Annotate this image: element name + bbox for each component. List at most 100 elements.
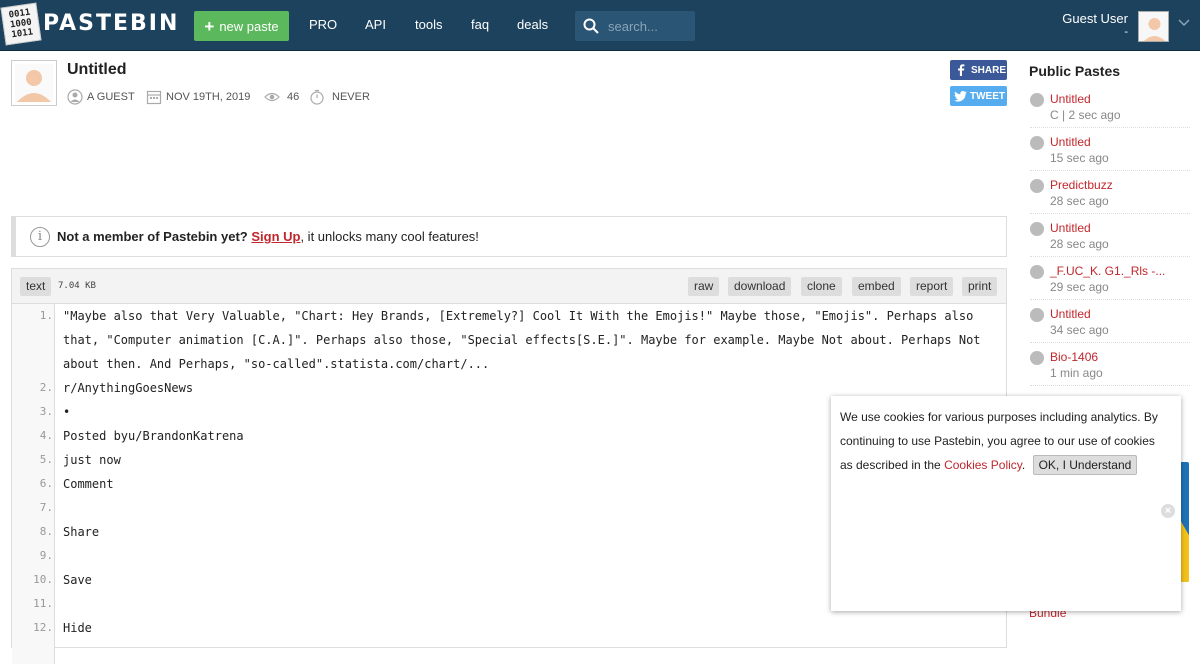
- nav-faq[interactable]: faq: [471, 17, 489, 32]
- line-number: 12.: [33, 621, 53, 634]
- nav-tools[interactable]: tools: [415, 17, 442, 32]
- list-item[interactable]: Untitled 15 sec ago: [1030, 128, 1190, 171]
- paste-link[interactable]: Untitled: [1050, 135, 1091, 149]
- list-item[interactable]: Untitled C | 2 sec ago: [1030, 85, 1190, 128]
- paste-meta: 1 min ago: [1050, 366, 1103, 380]
- paste-link[interactable]: Bio-1406: [1050, 350, 1098, 364]
- paste-expiry: NEVER: [309, 89, 370, 105]
- search-input[interactable]: [608, 17, 692, 35]
- calendar-icon: [146, 90, 162, 105]
- globe-icon: [1030, 136, 1044, 150]
- user-icon: [67, 89, 83, 105]
- paste-meta: 28 sec ago: [1050, 194, 1109, 208]
- cookie-accept-button[interactable]: OK, I Understand: [1032, 455, 1138, 475]
- line-number: 6.: [39, 477, 53, 490]
- user-name[interactable]: Guest User: [1062, 11, 1128, 26]
- paste-meta: 29 sec ago: [1050, 280, 1109, 294]
- list-item[interactable]: Bio-1406 1 min ago: [1030, 343, 1190, 386]
- pastebin-logo-icon[interactable]: 0011 1000 1011: [0, 2, 42, 46]
- expiry-value: NEVER: [332, 91, 370, 103]
- paste-link[interactable]: Untitled: [1050, 92, 1091, 106]
- cookie-period: .: [1021, 458, 1026, 472]
- info-icon: i: [30, 227, 50, 247]
- new-paste-button[interactable]: + new paste: [194, 11, 289, 41]
- tweet-label: TWEET: [970, 90, 1005, 102]
- globe-icon: [1030, 308, 1044, 322]
- facebook-share-button[interactable]: SHARE: [950, 60, 1007, 80]
- close-icon[interactable]: ×: [1161, 504, 1175, 518]
- share-label: SHARE: [971, 64, 1007, 76]
- default-avatar-icon: [1139, 12, 1168, 41]
- line-number: 3.: [39, 405, 53, 418]
- paste-meta: 34 sec ago: [1050, 323, 1109, 337]
- line-number: 10.: [33, 573, 53, 586]
- signup-link[interactable]: Sign Up: [251, 229, 300, 244]
- line-number: 5.: [39, 453, 53, 466]
- paste-link[interactable]: Untitled: [1050, 307, 1091, 321]
- line-number: 8.: [39, 525, 53, 538]
- paste-views: 46: [264, 89, 299, 105]
- user-avatar[interactable]: [1138, 11, 1169, 42]
- notice-lead: Not a member of Pastebin yet?: [57, 229, 248, 244]
- facebook-icon: [958, 64, 965, 76]
- timer-icon: [310, 89, 324, 105]
- paste-meta: 28 sec ago: [1050, 237, 1109, 251]
- globe-icon: [1030, 265, 1044, 279]
- globe-icon: [1030, 179, 1044, 193]
- new-paste-label: new paste: [219, 18, 279, 34]
- default-avatar-icon: [17, 70, 51, 102]
- paste-link[interactable]: Untitled: [1050, 221, 1091, 235]
- paste-date: NOV 19TH, 2019: [146, 89, 250, 105]
- public-pastes-title: Public Pastes: [1029, 63, 1121, 79]
- line-text: Hide: [63, 621, 92, 635]
- chevron-down-icon[interactable]: [1178, 19, 1190, 27]
- nav-api[interactable]: API: [365, 17, 386, 32]
- nav-pro[interactable]: PRO: [309, 17, 337, 32]
- logo-text[interactable]: PASTEBIN: [43, 11, 179, 36]
- plus-icon: +: [204, 16, 215, 36]
- line-number: 2.: [39, 381, 53, 394]
- paste-meta: 15 sec ago: [1050, 151, 1109, 165]
- twitter-icon: [954, 90, 967, 102]
- paste-author: A GUEST: [67, 89, 135, 105]
- twitter-tweet-button[interactable]: TWEET: [950, 86, 1007, 106]
- list-item[interactable]: _F.UC_K. G1._Rls -... 29 sec ago: [1030, 257, 1190, 300]
- cookies-policy-link[interactable]: Cookies Policy: [944, 458, 1022, 472]
- globe-icon: [1030, 93, 1044, 107]
- line-number: 9.: [39, 549, 53, 562]
- date-value: NOV 19TH, 2019: [166, 91, 251, 103]
- download-button[interactable]: download: [728, 277, 792, 296]
- cookie-consent-dialog: We use cookies for various purposes incl…: [831, 396, 1181, 611]
- syntax-tag[interactable]: text: [20, 277, 52, 296]
- list-item[interactable]: Untitled 34 sec ago: [1030, 300, 1190, 343]
- paste-title: Untitled: [67, 61, 127, 78]
- globe-icon: [1030, 351, 1044, 365]
- nav-deals[interactable]: deals: [517, 17, 548, 32]
- line-number: 11.: [33, 597, 53, 610]
- embed-button[interactable]: embed: [852, 277, 901, 296]
- clone-button[interactable]: clone: [801, 277, 842, 296]
- code-toolbar: text 7.04 KB raw download clone embed re…: [12, 269, 1006, 304]
- line-number: 1.: [39, 309, 53, 322]
- line-number: 7.: [39, 501, 53, 514]
- top-header: 0011 1000 1011 PASTEBIN + new paste PRO …: [0, 0, 1200, 51]
- line-number: 4.: [39, 429, 53, 442]
- author-avatar: [11, 60, 57, 106]
- views-count: 46: [287, 91, 300, 103]
- line-text: "Maybe also that Very Valuable, "Chart: …: [63, 309, 988, 371]
- report-button[interactable]: report: [910, 277, 954, 296]
- user-subtext: -: [1124, 26, 1128, 38]
- paste-meta: C | 2 sec ago: [1050, 108, 1121, 122]
- eye-icon: [264, 92, 280, 102]
- raw-button[interactable]: raw: [688, 277, 720, 296]
- list-item[interactable]: Untitled 28 sec ago: [1030, 214, 1190, 257]
- paste-link[interactable]: _F.UC_K. G1._Rls -...: [1050, 264, 1165, 278]
- notice-tail: , it unlocks many cool features!: [300, 229, 479, 244]
- search-icon[interactable]: [583, 18, 599, 34]
- paste-link[interactable]: Predictbuzz: [1050, 178, 1113, 192]
- notice-message: Not a member of Pastebin yet? Sign Up, i…: [57, 229, 479, 244]
- author-name[interactable]: A GUEST: [87, 91, 135, 103]
- list-item[interactable]: Predictbuzz 28 sec ago: [1030, 171, 1190, 214]
- search-box: [575, 11, 695, 41]
- print-button[interactable]: print: [962, 277, 998, 296]
